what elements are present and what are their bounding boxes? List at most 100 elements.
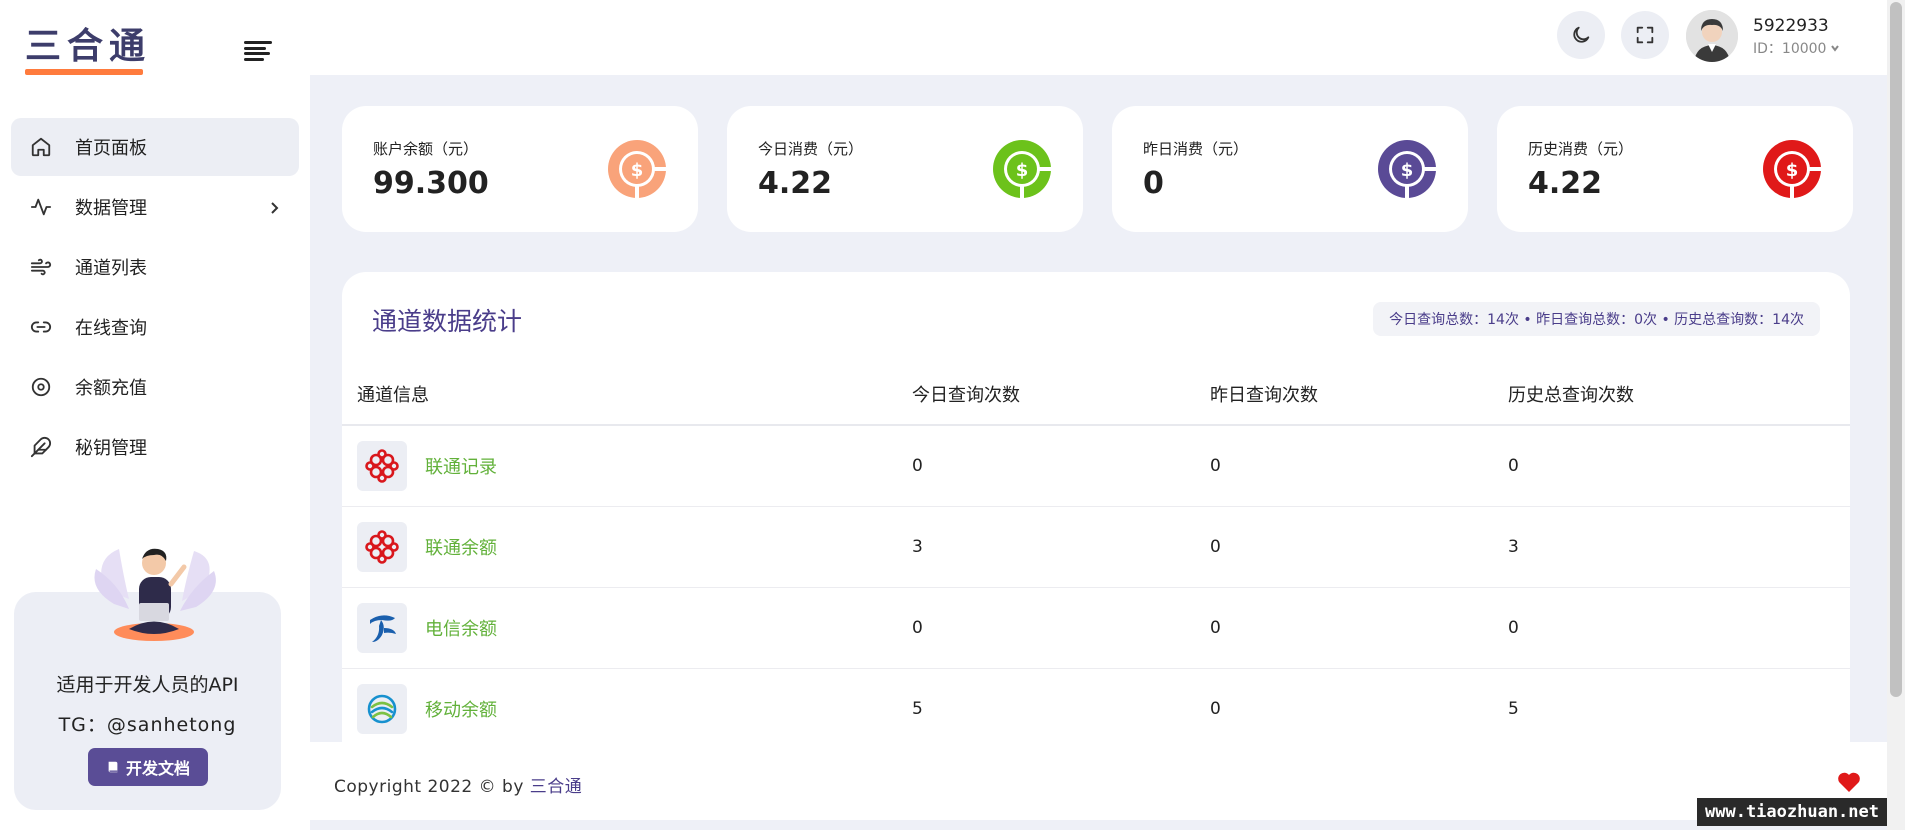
user-id[interactable]: ID：10000 [1753,38,1840,58]
link-icon [29,315,53,339]
target-icon [29,375,53,399]
stat-label: 今日消费（元） [758,140,864,158]
sidebar-item-label: 通道列表 [75,258,147,279]
developer-illustration [94,548,216,641]
heart-icon [1838,772,1860,792]
moon-icon [1573,26,1590,43]
stat-label: 昨日消费（元） [1143,140,1249,158]
col-header-total: 历史总查询次数 [1508,385,1634,406]
logo-underline [25,69,143,75]
yesterday-count: 0 [1210,699,1221,719]
logo-row: 三合通 [0,0,310,102]
page-scrollbar[interactable] [1887,0,1905,830]
table-row: 联通余额 3 0 3 [342,507,1850,588]
dollar-pie-icon: $ [993,140,1052,199]
table-row: 电信余额 0 0 0 [342,588,1850,669]
stat-value: 0 [1143,166,1164,201]
sidebar-item-channel-list[interactable]: 通道列表 [11,238,299,296]
stat-value: 4.22 [758,166,833,201]
sidebar-item-label: 数据管理 [75,198,147,219]
logo-text: 三合通 [25,26,152,67]
today-count: 5 [912,699,923,719]
table-row: 联通记录 0 0 0 [342,426,1850,507]
yesterday-count: 0 [1210,537,1221,557]
dark-mode-button[interactable] [1557,11,1605,59]
svg-text:$: $ [631,160,644,181]
stat-card-today: 今日消费（元） 4.22 $ [727,106,1083,232]
feather-icon [29,435,53,459]
channel-name-link[interactable]: 联通记录 [425,453,497,479]
book-icon [108,761,118,773]
sidebar-item-label: 秘钥管理 [75,438,147,459]
promo-telegram: TG：@sanhetong [58,714,237,736]
developer-promo-card: 适用于开发人员的API TG：@sanhetong 开发文档 [14,548,281,810]
dollar-pie-icon: $ [608,140,667,199]
sidebar-item-dashboard[interactable]: 首页面板 [11,118,299,176]
wind-icon [29,255,53,279]
sidebar-menu: 首页面板 数据管理 通道列表 在线查询 余额充值 秘钥管理 [0,102,310,476]
sidebar-item-online-query[interactable]: 在线查询 [11,298,299,356]
copyright-text: Copyright 2022 © by 三合通 [334,772,582,797]
stat-card-balance: 账户余额（元） 99.300 $ [342,106,698,232]
dev-docs-button[interactable]: 开发文档 [88,748,208,786]
col-header-yesterday: 昨日查询次数 [1210,385,1318,406]
fullscreen-button[interactable] [1621,11,1669,59]
col-header-channel: 通道信息 [357,385,429,406]
stat-label: 历史消费（元） [1528,140,1634,158]
promo-headline: 适用于开发人员的API [56,674,239,696]
dev-docs-button-label: 开发文档 [125,759,190,778]
chevron-down-icon [1831,45,1840,52]
home-icon [29,135,53,159]
today-count: 0 [912,618,923,638]
unicom-logo-icon [357,441,407,491]
channel-name-link[interactable]: 联通余额 [425,534,497,560]
today-count: 0 [912,456,923,476]
col-header-today: 今日查询次数 [912,385,1020,406]
stat-card-history: 历史消费（元） 4.22 $ [1497,106,1853,232]
sidebar-item-label: 首页面板 [75,138,147,159]
telecom-logo-icon [357,603,407,653]
stat-label: 账户余额（元） [373,140,479,158]
avatar[interactable] [1686,10,1738,62]
activity-icon [29,195,53,219]
unicom-logo-icon [357,522,407,572]
sidebar: 三合通 首页面板 数据管理 通道列表 在线查询 余额充值 秘钥管理 适用于开发人… [0,0,310,830]
copyright-prefix: Copyright 2022 © by [334,777,530,797]
sidebar-item-key-management[interactable]: 秘钥管理 [11,418,299,476]
channel-name-link[interactable]: 电信余额 [425,615,497,641]
channel-cell: 移动余额 [342,684,912,734]
svg-text:$: $ [1786,160,1799,181]
footer-brand-link[interactable]: 三合通 [530,777,583,797]
fullscreen-icon [1636,26,1654,44]
sidebar-item-data-management[interactable]: 数据管理 [11,178,299,236]
scrollbar-thumb[interactable] [1890,2,1902,697]
yesterday-count: 0 [1210,456,1221,476]
stat-card-yesterday: 昨日消费（元） 0 $ [1112,106,1468,232]
sidebar-item-label: 在线查询 [75,318,147,339]
menu-toggle-icon[interactable] [244,41,272,61]
channel-cell: 联通记录 [342,441,912,491]
channel-cell: 联通余额 [342,522,912,572]
stat-value: 4.22 [1528,166,1603,201]
today-count: 3 [912,537,923,557]
stat-value: 99.300 [373,166,489,201]
query-summary-badge: 今日查询总数：14次 • 昨日查询总数：0次 • 历史总查询数：14次 [1373,302,1820,336]
dollar-pie-icon: $ [1378,140,1437,199]
table-header: 通道信息 今日查询次数 昨日查询次数 历史总查询次数 [342,364,1850,426]
table-row: 移动余额 5 0 5 [342,669,1850,742]
channel-cell: 电信余额 [342,603,912,653]
svg-text:$: $ [1016,160,1029,181]
sidebar-item-recharge[interactable]: 余额充值 [11,358,299,416]
svg-text:$: $ [1401,160,1414,181]
total-count: 0 [1508,618,1519,638]
total-count: 3 [1508,537,1519,557]
total-count: 0 [1508,456,1519,476]
dollar-pie-icon: $ [1763,140,1822,199]
channel-stats-panel: 通道数据统计 今日查询总数：14次 • 昨日查询总数：0次 • 历史总查询数：1… [342,272,1850,742]
app-logo[interactable]: 三合通 [25,27,151,75]
user-name[interactable]: 5922933 [1753,16,1829,36]
channel-name-link[interactable]: 移动余额 [425,696,497,722]
footer: Copyright 2022 © by 三合通 [310,742,1887,820]
watermark: www.tiaozhuan.net [1697,798,1887,826]
sidebar-item-label: 余额充值 [75,378,147,399]
